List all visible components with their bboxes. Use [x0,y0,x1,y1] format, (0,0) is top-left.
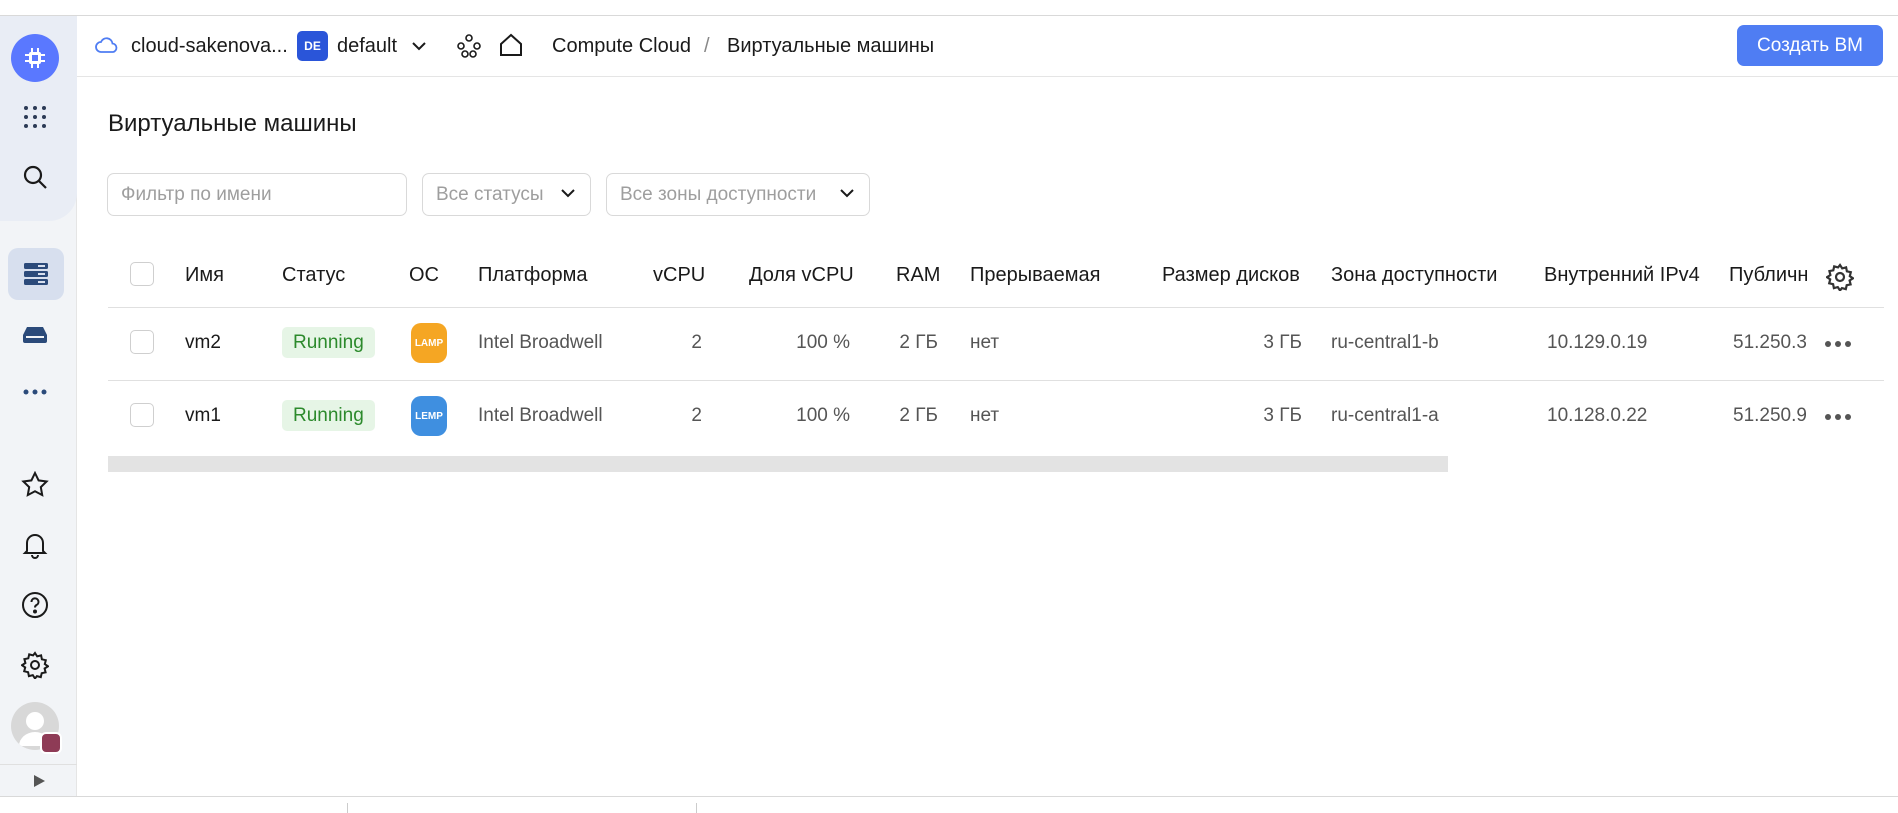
sidebar [0,16,77,796]
filter-placeholder: Фильтр по имени [121,183,272,205]
chevron-down-icon [840,189,854,198]
folder-selector[interactable]: default [337,35,397,58]
ram: 2 ГБ [899,332,938,353]
vcpu: 2 [691,405,702,426]
platform: Intel Broadwell [478,332,603,353]
bell-icon[interactable] [14,524,56,566]
row-actions-icon[interactable] [1825,414,1851,420]
search-icon[interactable] [14,156,56,198]
table-settings-icon[interactable] [1826,263,1854,291]
status-badge: Running [282,327,375,358]
name-filter-input[interactable]: Фильтр по имени [107,173,407,216]
row-divider [108,380,1884,381]
status-select[interactable]: Все статусы [422,173,591,216]
preemptible: нет [970,332,1000,353]
public-ip: 51.250.9 [1733,405,1806,426]
compute-logo-icon[interactable] [11,34,59,82]
bottom-edge [0,796,1898,813]
column-header-ram[interactable]: RAM [896,264,940,287]
column-header-name[interactable]: Имя [185,264,224,287]
horizontal-scrollbar[interactable] [108,456,1448,472]
vm-name[interactable]: vm1 [185,405,221,427]
row-actions-icon[interactable] [1825,341,1851,347]
vcpu-share: 100 % [796,405,850,426]
chevron-down-icon[interactable] [411,40,427,52]
top-header: cloud-sakenova... DE default Compute Clo… [77,16,1898,77]
create-vm-button[interactable]: Создать ВМ [1737,25,1883,66]
disk-icon[interactable] [14,313,56,355]
chevron-down-icon [561,189,575,198]
zone-select-value: Все зоны доступности [620,183,817,205]
column-header-platform[interactable]: Платформа [478,264,587,287]
apps-grid-icon[interactable] [14,96,56,138]
page-title: Виртуальные машины [108,110,357,137]
disk-size: 3 ГБ [1263,405,1302,426]
column-header-preemptible[interactable]: Прерываемая [970,264,1100,287]
column-header-internal-ip[interactable]: Внутренний IPv4 [1544,264,1700,287]
help-icon[interactable] [14,584,56,626]
zone: ru-central1-a [1331,405,1439,426]
vcpu-share: 100 % [796,332,850,353]
settings-icon[interactable] [14,644,56,686]
ram: 2 ГБ [899,405,938,426]
folder-badge: DE [297,31,328,61]
account-badge-icon [40,732,62,754]
internal-ip: 10.129.0.19 [1547,332,1648,353]
column-header-zone[interactable]: Зона доступности [1331,264,1497,287]
zone: ru-central1-b [1331,332,1439,353]
status-select-value: Все статусы [436,183,544,205]
row-checkbox[interactable] [130,403,154,427]
disk-size: 3 ГБ [1263,332,1302,353]
star-icon[interactable] [14,464,56,506]
breadcrumb-service[interactable]: Compute Cloud [552,35,691,58]
public-ip: 51.250.3 [1733,332,1806,353]
home-icon[interactable] [498,32,524,58]
column-header-disk-size[interactable]: Размер дисков [1162,264,1300,287]
public-ip-clip: 51.250.9 [1733,405,1806,429]
column-header-status[interactable]: Статус [282,264,345,287]
internal-ip: 10.128.0.22 [1547,405,1648,426]
table-header-divider [108,307,1884,308]
browser-top-edge [0,0,1898,16]
status-badge: Running [282,400,375,431]
play-arrow-icon [33,774,45,787]
cloud-icon [95,37,118,53]
services-icon[interactable] [456,33,482,59]
breadcrumb-separator: / [704,35,710,57]
breadcrumb-current: Виртуальные машины [727,35,935,57]
zone-select[interactable]: Все зоны доступности [606,173,870,216]
os-label: LEMP [415,410,443,422]
column-header-vcpu[interactable]: vCPU [653,264,705,287]
servers-icon[interactable] [8,248,64,300]
vm-name[interactable]: vm2 [185,332,221,354]
public-ip-clip: 51.250.3 [1733,332,1806,356]
os-label: LAMP [414,337,444,349]
select-all-checkbox[interactable] [130,262,154,286]
more-icon[interactable] [14,371,56,413]
column-header-os[interactable]: ОС [409,264,439,287]
platform: Intel Broadwell [478,405,603,426]
os-lemp-icon: LEMP [411,396,447,436]
cloud-selector[interactable]: cloud-sakenova... [131,35,288,58]
column-header-vcpu-share[interactable]: Доля vCPU [749,264,854,287]
column-header-public-ip[interactable]: Публичный IPv4 [1729,264,1807,286]
os-lamp-icon: LAMP [411,323,447,363]
collapse-sidebar-button[interactable] [0,764,77,796]
preemptible: нет [970,405,1000,426]
column-header-public-ip-clip: Публичный IPv4 [1729,264,1807,290]
vcpu: 2 [691,332,702,353]
row-checkbox[interactable] [130,330,154,354]
